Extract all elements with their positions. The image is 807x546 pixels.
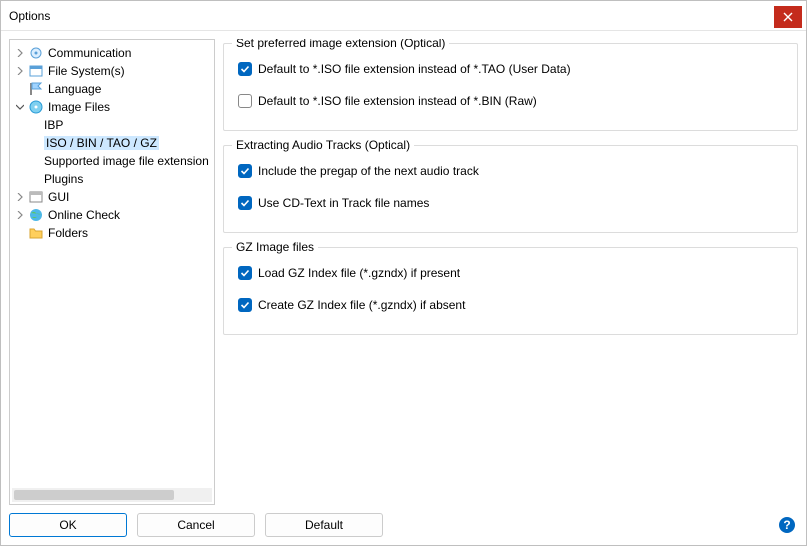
cancel-button[interactable]: Cancel xyxy=(137,513,255,537)
calendar-icon xyxy=(28,63,44,79)
scrollbar-thumb[interactable] xyxy=(14,490,174,500)
default-button[interactable]: Default xyxy=(265,513,383,537)
tree-label: Communication xyxy=(48,46,131,60)
group-legend: Set preferred image extension (Optical) xyxy=(232,39,449,50)
tree-label: Image Files xyxy=(48,100,110,114)
tree-item-iso-bin-tao-gz[interactable]: ISO / BIN / TAO / GZ xyxy=(10,134,215,152)
window-icon xyxy=(28,189,44,205)
flag-icon xyxy=(28,81,44,97)
checkbox-label: Include the pregap of the next audio tra… xyxy=(258,164,479,178)
checkbox[interactable] xyxy=(238,266,252,280)
tree-label: ISO / BIN / TAO / GZ xyxy=(44,136,159,150)
option-create-gz-index[interactable]: Create GZ Index file (*.gzndx) if absent xyxy=(238,298,783,312)
checkbox-label: Default to *.ISO file extension instead … xyxy=(258,62,571,76)
tree-item-plugins[interactable]: Plugins xyxy=(10,170,215,188)
chevron-right-icon[interactable] xyxy=(14,65,26,77)
button-label: Default xyxy=(305,518,343,532)
group-gz-image-files: GZ Image files Load GZ Index file (*.gzn… xyxy=(223,247,798,335)
help-icon: ? xyxy=(778,516,796,534)
tree-item-onlinecheck[interactable]: Online Check xyxy=(10,206,215,224)
checkbox-label: Default to *.ISO file extension instead … xyxy=(258,94,537,108)
titlebar: Options xyxy=(1,1,806,31)
chevron-right-icon[interactable] xyxy=(14,191,26,203)
chevron-right-icon[interactable] xyxy=(14,47,26,59)
tree-label: GUI xyxy=(48,190,69,204)
checkbox-label: Create GZ Index file (*.gzndx) if absent xyxy=(258,298,465,312)
tree-label: Supported image file extension xyxy=(44,154,209,168)
folder-icon xyxy=(28,225,44,241)
tree-content: Communication File System(s) Language Im… xyxy=(10,44,215,242)
gear-icon xyxy=(28,45,44,61)
globe-icon xyxy=(28,207,44,223)
option-include-pregap[interactable]: Include the pregap of the next audio tra… xyxy=(238,164,783,178)
option-iso-instead-bin[interactable]: Default to *.ISO file extension instead … xyxy=(238,94,783,108)
svg-text:?: ? xyxy=(783,518,790,532)
group-legend: Extracting Audio Tracks (Optical) xyxy=(232,138,414,152)
group-extracting-audio: Extracting Audio Tracks (Optical) Includ… xyxy=(223,145,798,233)
checkbox[interactable] xyxy=(238,164,252,178)
group-legend: GZ Image files xyxy=(232,240,318,254)
option-iso-instead-tao[interactable]: Default to *.ISO file extension instead … xyxy=(238,62,783,76)
chevron-down-icon[interactable] xyxy=(14,101,26,113)
close-icon xyxy=(783,12,793,22)
window-title: Options xyxy=(9,9,50,23)
tree-label: Language xyxy=(48,82,101,96)
checkbox[interactable] xyxy=(238,94,252,108)
options-window: Options Communication File System(s) xyxy=(0,0,807,546)
tree-label: IBP xyxy=(44,118,63,132)
checkbox[interactable] xyxy=(238,62,252,76)
close-button[interactable] xyxy=(774,6,802,28)
tree-item-filesystems[interactable]: File System(s) xyxy=(10,62,215,80)
checkbox-label: Use CD-Text in Track file names xyxy=(258,196,429,210)
tree-item-communication[interactable]: Communication xyxy=(10,44,215,62)
tree-item-folders[interactable]: Folders xyxy=(10,224,215,242)
tree-item-imagefiles[interactable]: Image Files xyxy=(10,98,215,116)
disc-icon xyxy=(28,99,44,115)
tree-label: Online Check xyxy=(48,208,120,222)
checkbox[interactable] xyxy=(238,298,252,312)
button-label: OK xyxy=(59,518,76,532)
option-load-gz-index[interactable]: Load GZ Index file (*.gzndx) if present xyxy=(238,266,783,280)
checkbox-label: Load GZ Index file (*.gzndx) if present xyxy=(258,266,460,280)
ok-button[interactable]: OK xyxy=(9,513,127,537)
chevron-right-icon[interactable] xyxy=(14,209,26,221)
tree-label: Plugins xyxy=(44,172,83,186)
settings-panel: Set preferred image extension (Optical) … xyxy=(223,39,798,505)
tree-panel[interactable]: Communication File System(s) Language Im… xyxy=(9,39,215,505)
horizontal-scrollbar[interactable] xyxy=(12,488,212,502)
group-preferred-extension: Set preferred image extension (Optical) … xyxy=(223,43,798,131)
button-label: Cancel xyxy=(177,518,214,532)
dialog-footer: OK Cancel Default ? xyxy=(1,505,806,545)
checkbox[interactable] xyxy=(238,196,252,210)
tree-item-gui[interactable]: GUI xyxy=(10,188,215,206)
tree-item-language[interactable]: Language xyxy=(10,80,215,98)
tree-label: File System(s) xyxy=(48,64,125,78)
dialog-body: Communication File System(s) Language Im… xyxy=(1,31,806,505)
option-use-cdtext[interactable]: Use CD-Text in Track file names xyxy=(238,196,783,210)
tree-item-ibp[interactable]: IBP xyxy=(10,116,215,134)
tree-label: Folders xyxy=(48,226,88,240)
help-button[interactable]: ? xyxy=(778,516,796,534)
tree-item-supported-ext[interactable]: Supported image file extension xyxy=(10,152,215,170)
